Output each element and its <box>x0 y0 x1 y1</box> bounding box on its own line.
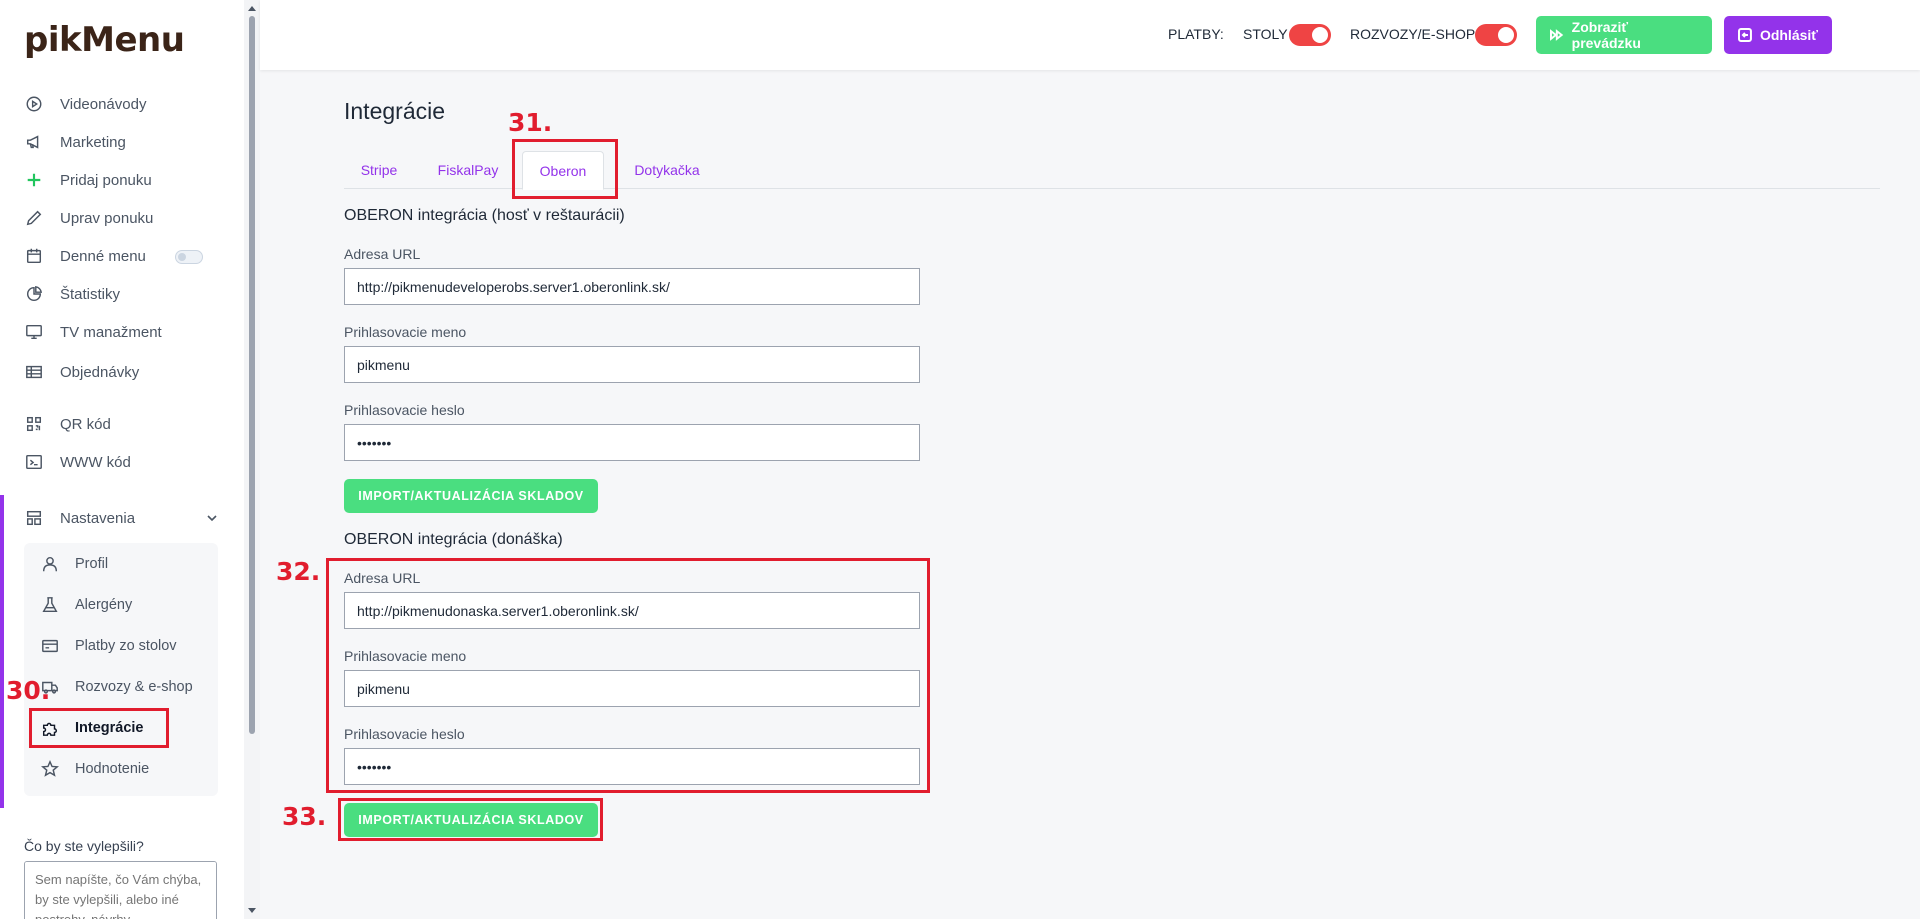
section-title-delivery: OBERON integrácia (donáška) <box>344 531 563 548</box>
sidebar-item-videonavody[interactable]: Videonávody <box>24 89 146 119</box>
submenu-item-alergeny[interactable]: Alergény <box>40 590 132 620</box>
annotation-number-31: 31. <box>508 108 553 137</box>
logout-icon <box>1738 28 1752 42</box>
tab-dotykacka[interactable]: Dotykačka <box>612 151 722 189</box>
sidebar-item-label: Objednávky <box>60 363 140 381</box>
section-title-guest: OBERON integrácia (hosť v reštaurácii) <box>344 207 625 224</box>
page-title: Integrácie <box>344 98 446 124</box>
show-store-button-label: Zobraziť prevádzku <box>1571 19 1641 51</box>
settings-submenu: Profil Alergény Platby zo stolov Rozvozy… <box>24 543 218 796</box>
submenu-item-platby[interactable]: Platby zo stolov <box>40 631 177 661</box>
user-icon <box>40 554 60 574</box>
pencil-icon <box>24 208 44 228</box>
plus-icon <box>24 170 44 190</box>
scroll-down-arrow-icon[interactable] <box>248 908 256 913</box>
tables-toggle[interactable] <box>1289 24 1331 46</box>
tab-stripe[interactable]: Stripe <box>344 151 414 189</box>
calendar-icon <box>24 246 44 266</box>
annotation-box-32 <box>326 558 930 793</box>
code-window-icon <box>24 452 44 472</box>
sidebar: pikMenu Videonávody Marketing Pridaj pon… <box>0 0 244 919</box>
show-store-button[interactable]: Zobraziť prevádzku <box>1536 16 1712 54</box>
sidebar-item-pridaj-ponuku[interactable]: Pridaj ponuku <box>24 165 152 195</box>
username-label: Prihlasovacie meno <box>344 324 467 340</box>
submenu-item-hodnotenie[interactable]: Hodnotenie <box>40 754 149 784</box>
sidebar-item-statistiky[interactable]: Štatistiky <box>24 279 120 309</box>
feedback-label: Čo by ste vylepšili? <box>24 838 144 854</box>
scrollbar-thumb[interactable] <box>249 16 255 734</box>
submenu-item-label: Rozvozy & e-shop <box>75 679 193 695</box>
fast-forward-icon <box>1550 29 1564 41</box>
url-label: Adresa URL <box>344 246 421 262</box>
submenu-item-rozvozy[interactable]: Rozvozy & e-shop <box>40 672 193 702</box>
annotation-box-31 <box>512 139 618 199</box>
url-field-guest[interactable] <box>344 268 920 305</box>
daily-menu-toggle[interactable] <box>175 250 203 264</box>
active-section-indicator <box>0 495 4 808</box>
megaphone-icon <box>24 132 44 152</box>
submenu-item-label: Hodnotenie <box>75 761 150 777</box>
annotation-box-33 <box>338 798 603 841</box>
delivery-toggle[interactable] <box>1475 24 1517 46</box>
sidebar-item-objednavky[interactable]: Objednávky <box>24 357 139 387</box>
credit-card-icon <box>40 636 60 656</box>
sidebar-item-label: Pridaj ponuku <box>60 171 152 189</box>
submenu-item-profil[interactable]: Profil <box>40 549 108 579</box>
monitor-icon <box>24 322 44 342</box>
annotation-number-30: 30. <box>6 676 51 705</box>
password-field-guest[interactable] <box>344 424 920 461</box>
sidebar-scrollbar[interactable] <box>244 0 260 919</box>
feedback-textarea[interactable] <box>24 861 217 919</box>
scroll-up-arrow-icon[interactable] <box>248 6 256 11</box>
submenu-item-label: Profil <box>75 556 109 572</box>
sidebar-item-label: WWW kód <box>60 453 131 471</box>
table-icon <box>24 362 44 382</box>
layout-icon <box>24 508 44 528</box>
sidebar-item-www-kod[interactable]: WWW kód <box>24 447 131 477</box>
play-circle-icon <box>24 94 44 114</box>
chevron-down-icon <box>206 511 218 528</box>
submenu-item-label: Platby zo stolov <box>75 638 177 654</box>
sidebar-item-label: Denné menu <box>60 247 146 265</box>
sidebar-item-denne-menu[interactable]: Denné menu <box>24 241 146 271</box>
pie-chart-icon <box>24 284 44 304</box>
qr-code-icon <box>24 414 44 434</box>
logo[interactable]: pikMenu <box>24 20 185 60</box>
tables-label: STOLY <box>1243 26 1288 42</box>
sidebar-item-label: Uprav ponuku <box>60 209 154 227</box>
annotation-number-33: 33. <box>282 802 327 831</box>
submenu-item-label: Alergény <box>75 597 133 613</box>
sidebar-item-label: TV manažment <box>60 323 162 341</box>
sidebar-item-label: Videonávody <box>60 95 147 113</box>
sidebar-item-qr-kod[interactable]: QR kód <box>24 409 111 439</box>
sidebar-item-marketing[interactable]: Marketing <box>24 127 126 157</box>
flask-icon <box>40 595 60 615</box>
sidebar-item-label: Marketing <box>60 133 126 151</box>
sidebar-item-label: Nastavenia <box>60 509 136 527</box>
sidebar-item-tv-manazment[interactable]: TV manažment <box>24 317 162 347</box>
annotation-number-32: 32. <box>276 557 321 586</box>
import-button-guest[interactable]: IMPORT/AKTUALIZÁCIA SKLADOV <box>344 479 598 513</box>
username-field-guest[interactable] <box>344 346 920 383</box>
sidebar-item-uprav-ponuku[interactable]: Uprav ponuku <box>24 203 153 233</box>
star-icon <box>40 759 60 779</box>
annotation-box-30 <box>29 708 169 748</box>
sidebar-item-label: Štatistiky <box>60 285 121 303</box>
sidebar-item-nastavenia[interactable]: Nastavenia <box>24 503 218 533</box>
logout-button[interactable]: Odhlásiť <box>1724 16 1832 54</box>
payments-label: PLATBY: <box>1168 26 1224 42</box>
logout-button-label: Odhlásiť <box>1759 27 1818 43</box>
delivery-label: ROZVOZY/E-SHOP <box>1350 26 1476 42</box>
top-bar: PLATBY: STOLY ROZVOZY/E-SHOP Zobraziť pr… <box>260 0 1920 70</box>
sidebar-item-label: QR kód <box>60 415 111 433</box>
password-label: Prihlasovacie heslo <box>344 402 465 418</box>
tab-fiskalpay[interactable]: FiskalPay <box>422 151 514 189</box>
